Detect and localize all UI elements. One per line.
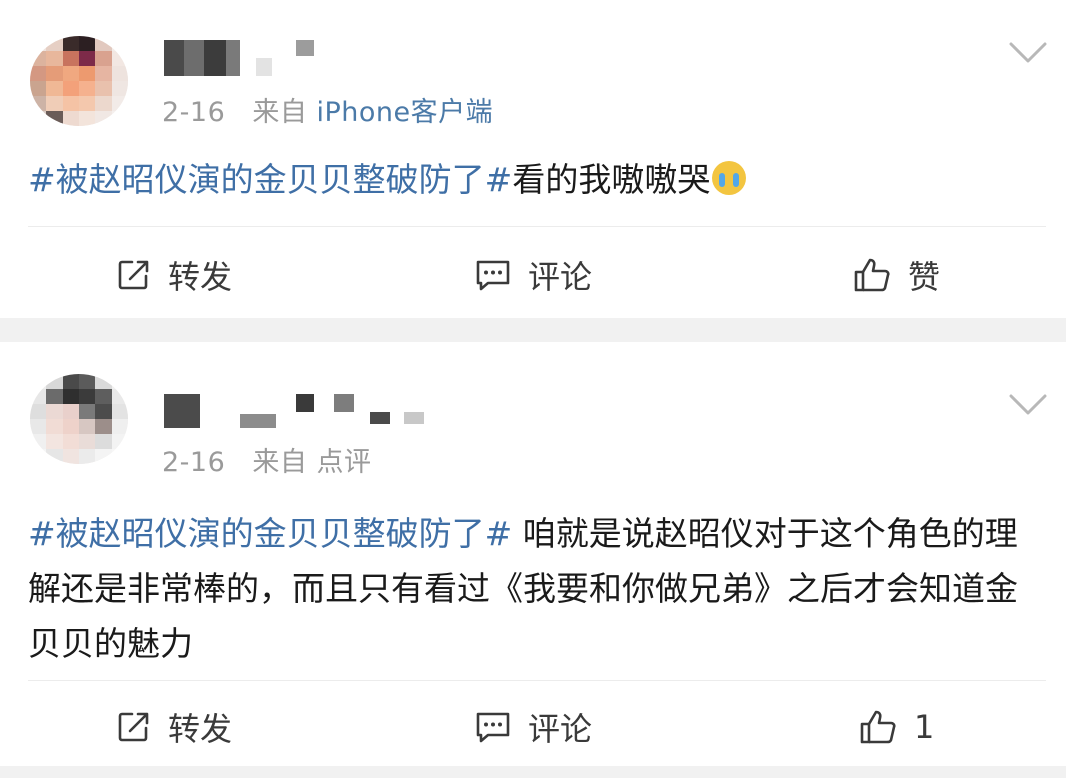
repost-button[interactable]: 转发 [116,692,232,762]
crying-face-icon [712,161,747,195]
avatar[interactable] [30,36,128,126]
thumbs-up-icon [854,258,890,292]
post-content: #被赵昭仪演的金贝贝整破防了#看的我嗷嗷哭 [28,152,1038,207]
blurred-avatar-image [30,374,128,464]
chevron-down-icon[interactable] [1008,40,1048,66]
divider [28,680,1046,681]
post-body: 看的我嗷嗷哭 [512,160,711,199]
thumbs-up-icon [860,710,896,744]
chevron-down-icon[interactable] [1008,392,1048,418]
post-meta: 2-16 来自 点评 [162,440,371,479]
like-button[interactable]: 1 [858,692,934,762]
avatar[interactable] [30,374,128,464]
source-app[interactable]: iPhone客户端 [316,97,493,128]
action-bar: 转发 评论 1 [0,692,1066,762]
post-card[interactable]: 2-16 来自 iPhone客户端 #被赵昭仪演的金贝贝整破防了#看的我嗷嗷哭 … [0,0,1066,318]
blurred-avatar-image [30,36,128,126]
source-prefix: 来自 [252,97,308,128]
post-date: 2-16 [162,97,226,128]
comment-label: 评论 [528,258,593,296]
feed-separator [0,318,1066,342]
comment-icon [476,260,510,291]
like-button[interactable]: 赞 [852,240,940,310]
like-count: 1 [914,708,935,746]
source-app[interactable]: 点评 [316,447,371,478]
comment-button[interactable]: 评论 [474,692,592,762]
repost-label: 转发 [168,710,233,748]
post-card[interactable]: 2-16 来自 点评 #被赵昭仪演的金贝贝整破防了# 咱就是说赵昭仪对于这个角色… [0,342,1066,766]
comment-label: 评论 [528,710,593,748]
hashtag-link[interactable]: #被赵昭仪演的金贝贝整破防了# [28,160,512,199]
source-prefix: 来自 [252,447,308,478]
comment-button[interactable]: 评论 [474,240,592,310]
comment-icon [476,712,510,743]
like-label: 赞 [908,258,941,296]
action-bar: 转发 评论 赞 [0,240,1066,310]
feed-separator [0,766,1066,778]
post-meta: 2-16 来自 iPhone客户端 [162,90,493,129]
repost-label: 转发 [168,258,233,296]
post-content: #被赵昭仪演的金贝贝整破防了# 咱就是说赵昭仪对于这个角色的理解还是非常棒的，而… [28,506,1038,671]
repost-icon [118,260,149,290]
weibo-feed: 2-16 来自 iPhone客户端 #被赵昭仪演的金贝贝整破防了#看的我嗷嗷哭 … [0,0,1066,778]
hashtag-link[interactable]: #被赵昭仪演的金贝贝整破防了# [28,514,512,553]
post-date: 2-16 [162,447,226,478]
repost-icon [118,712,149,742]
divider [28,226,1046,227]
repost-button[interactable]: 转发 [116,240,232,310]
